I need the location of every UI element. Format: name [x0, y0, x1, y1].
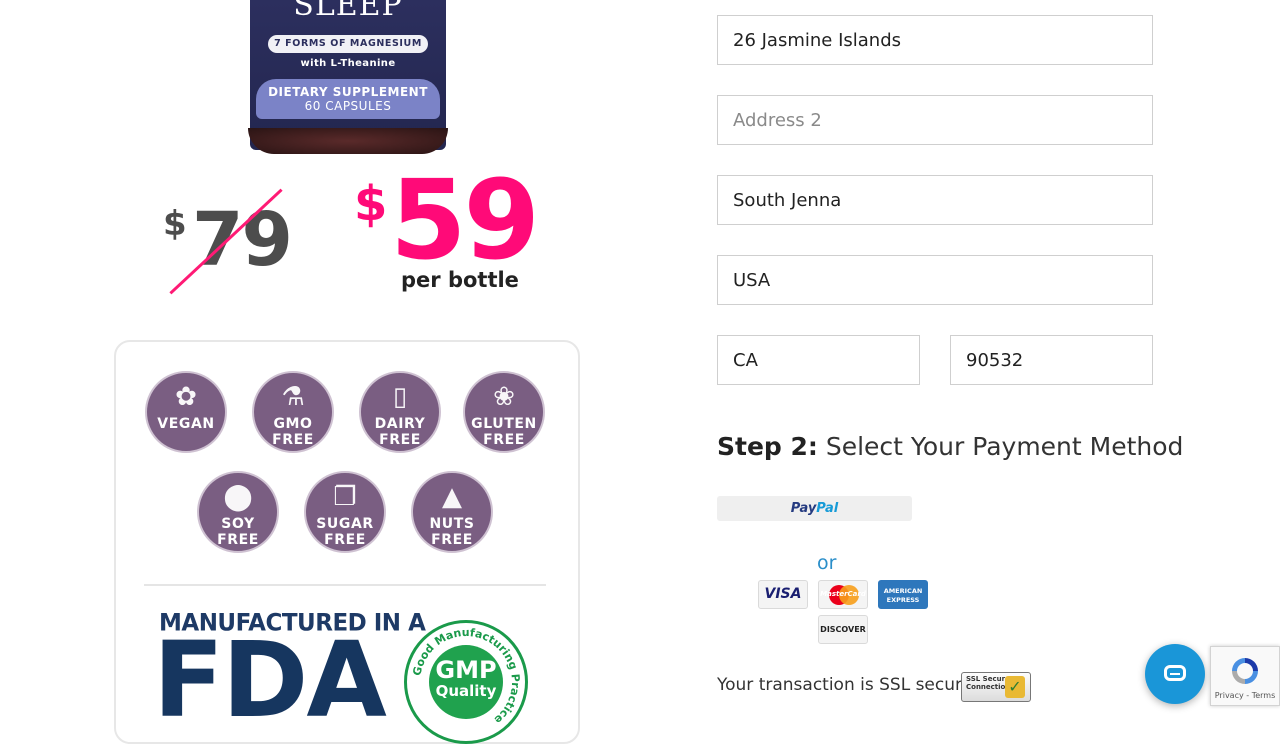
ssl-secured-text: Your transaction is SSL secured: [717, 675, 983, 695]
or-divider: or: [817, 552, 837, 574]
leaf-icon: ✿: [175, 382, 197, 412]
wheat-icon: ❀: [493, 382, 515, 412]
visa-text: VISA: [764, 586, 802, 602]
badge-label: NUTS: [429, 516, 475, 532]
fda-label: FDA: [153, 619, 387, 741]
badge-label-free: FREE: [217, 532, 259, 548]
badge-nuts-free: ▲ NUTS FREE: [411, 471, 493, 553]
amex-card-icon[interactable]: AMERICAN EXPRESS: [878, 580, 928, 609]
address2-field[interactable]: [717, 95, 1153, 145]
badge-soy-free: ⬤ SOY FREE: [197, 471, 279, 553]
product-with: with L-Theanine: [300, 58, 396, 69]
capsules-text: 60 CAPSULES: [304, 99, 392, 113]
badge-gluten-free: ❀ GLUTEN FREE: [463, 371, 545, 453]
per-bottle-label: per bottle: [401, 268, 519, 292]
visa-card-icon[interactable]: VISA: [758, 580, 808, 609]
mastercard-icon[interactable]: MasterCard: [818, 580, 868, 609]
badge-label: GLUTEN: [471, 416, 537, 432]
product-name: SLEEP: [293, 0, 403, 23]
paypal-pay: Pay: [790, 501, 817, 516]
chat-bubble-icon: [1164, 665, 1186, 681]
step-number: Step 2:: [717, 432, 818, 461]
lock-icon: ✓: [1005, 676, 1025, 698]
badge-label-free: FREE: [324, 532, 366, 548]
gmp-center: GMP Quality: [429, 645, 503, 719]
acorn-icon: ▲: [442, 482, 462, 512]
old-price: 79: [192, 197, 293, 283]
old-price-currency: $: [163, 204, 187, 244]
badge-label-free: FREE: [483, 432, 525, 448]
badge-label: VEGAN: [157, 416, 215, 432]
step-text: Select Your Payment Method: [825, 432, 1184, 461]
mastercard-text: MasterCard: [820, 590, 866, 598]
flask-icon: ⚗: [281, 382, 305, 412]
milk-icon: ▯: [392, 382, 408, 412]
gmp-subtitle: Quality: [435, 682, 497, 700]
gmp-title: GMP: [435, 656, 497, 684]
chat-widget-button[interactable]: [1145, 644, 1205, 704]
amex-text: AMERICAN EXPRESS: [883, 587, 923, 604]
payment-step-heading: Step 2: Select Your Payment Method: [717, 432, 1183, 461]
city-field[interactable]: [717, 175, 1153, 225]
badge-vegan: ✿ VEGAN: [145, 371, 227, 453]
badge-label-free: FREE: [431, 532, 473, 548]
paypal-button[interactable]: PayPal: [717, 496, 912, 521]
badge-label: GMO: [273, 416, 313, 432]
new-price: 59: [390, 156, 540, 284]
recaptcha-terms[interactable]: Privacy - Terms: [1211, 691, 1279, 700]
badge-label: DAIRY: [374, 416, 426, 432]
zip-field[interactable]: [950, 335, 1153, 385]
paypal-pal: Pal: [816, 501, 839, 516]
card-divider: [144, 584, 546, 586]
badge-label: SOY: [221, 516, 255, 532]
badge-label-free: FREE: [379, 432, 421, 448]
sugar-cube-icon: ❐: [333, 482, 357, 512]
new-price-currency: $: [354, 176, 388, 232]
recaptcha-badge[interactable]: Privacy - Terms: [1210, 646, 1280, 706]
gmp-seal: Good Manufacturing Practice GMP Quality: [404, 620, 528, 744]
discover-text: DISCOVER: [820, 625, 866, 634]
badge-dairy-free: ▯ DAIRY FREE: [359, 371, 441, 453]
country-field[interactable]: [717, 255, 1153, 305]
supplement-text: DIETARY SUPPLEMENT: [268, 85, 428, 99]
product-forms: 7 FORMS OF MAGNESIUM: [268, 35, 428, 53]
product-supplement-label: DIETARY SUPPLEMENT 60 CAPSULES: [256, 79, 440, 119]
recaptcha-icon: [1232, 658, 1258, 684]
discover-card-icon[interactable]: DISCOVER: [818, 615, 868, 644]
ssl-badge: SSL Secure Connection ✓: [961, 672, 1031, 702]
badge-gmo-free: ⚗ GMO FREE: [252, 371, 334, 453]
badge-label-free: FREE: [272, 432, 314, 448]
badge-sugar-free: ❐ SUGAR FREE: [304, 471, 386, 553]
address1-field[interactable]: [717, 15, 1153, 65]
bottle-base: [248, 128, 448, 154]
bean-icon: ⬤: [223, 482, 253, 512]
badge-label: SUGAR: [316, 516, 374, 532]
state-field[interactable]: [717, 335, 920, 385]
